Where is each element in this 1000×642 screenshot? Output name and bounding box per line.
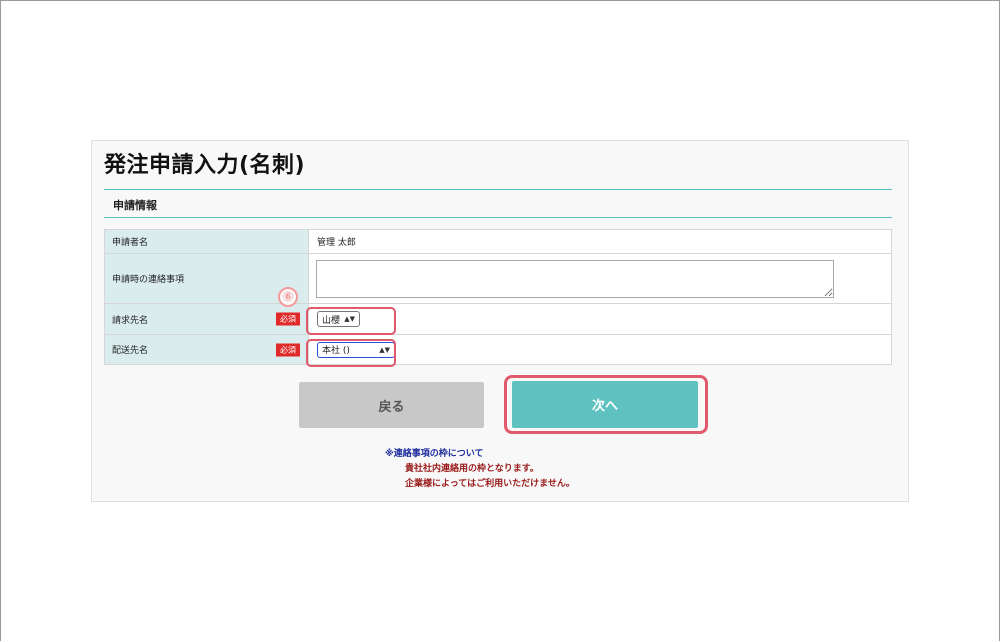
- title-divider: [104, 189, 892, 190]
- note-heading: ※連絡事項の枠について: [385, 449, 484, 459]
- step-number-badge: ⑥: [278, 287, 298, 307]
- row-delivery: 配送先名 必須 本社 () ▲▼: [104, 334, 892, 365]
- applicant-value-cell: 管理 太郎: [308, 229, 892, 254]
- contact-note-label-text: 申請時の連絡事項: [112, 275, 185, 285]
- next-button[interactable]: 次へ: [512, 381, 698, 428]
- billing-label-text: 請求先名: [112, 315, 149, 326]
- form-panel: 発注申請入力(名刺) 申請情報 申請者名 管理 太郎 申請時の連絡事項 請求先名…: [91, 140, 909, 502]
- row-billing: 請求先名 必須 山櫻 ▲▼: [104, 303, 892, 335]
- delivery-required-badge: 必須: [276, 343, 300, 356]
- delivery-highlight: [306, 339, 396, 367]
- note-line-1: 貴社社内連絡用の枠となります。: [405, 464, 539, 474]
- billing-label: 請求先名 必須: [104, 303, 309, 335]
- contact-note-cell: [308, 253, 892, 304]
- applicant-name: 管理 太郎: [317, 238, 356, 248]
- row-applicant: 申請者名 管理 太郎: [104, 229, 892, 254]
- back-button[interactable]: 戻る: [299, 382, 484, 428]
- next-button-label: 次へ: [591, 399, 618, 414]
- note-line-2: 企業様によってはご利用いただけません。: [405, 479, 575, 489]
- application-form-table: 申請者名 管理 太郎 申請時の連絡事項 請求先名 必須 山櫻 ▲▼ 配送先名 必…: [104, 229, 892, 365]
- back-button-label: 戻る: [378, 399, 405, 415]
- page-title: 発注申請入力(名刺): [104, 153, 306, 178]
- delivery-label-text: 配送先名: [112, 346, 149, 356]
- section-divider: [104, 217, 892, 218]
- section-title: 申請情報: [113, 199, 157, 212]
- contact-note-textarea[interactable]: [316, 259, 834, 298]
- row-contact-note: 申請時の連絡事項: [104, 253, 892, 304]
- billing-highlight: [306, 307, 396, 335]
- delivery-label: 配送先名 必須: [104, 334, 309, 365]
- applicant-label: 申請者名: [104, 229, 309, 254]
- applicant-label-text: 申請者名: [112, 238, 149, 248]
- billing-required-badge: 必須: [276, 312, 300, 326]
